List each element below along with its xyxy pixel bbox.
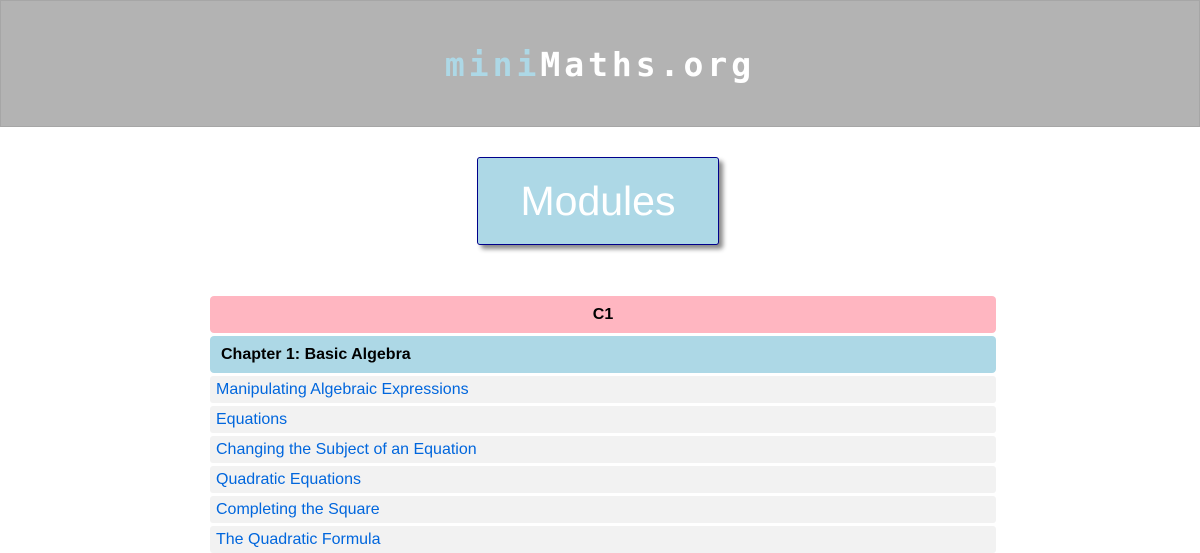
topic-item: Quadratic Equations [210,466,996,493]
topic-item: Changing the Subject of an Equation [210,436,996,463]
topic-item: Manipulating Algebraic Expressions [210,376,996,403]
topic-item: Completing the Square [210,496,996,523]
logo-maths-text: Maths.org [540,45,756,84]
chapter-header[interactable]: Chapter 1: Basic Algebra [210,336,996,373]
module-header-c1[interactable]: C1 [210,296,996,333]
topic-link[interactable]: The Quadratic Formula [216,531,381,548]
site-logo[interactable]: miniMaths.org [1,45,1199,85]
topic-link[interactable]: Changing the Subject of an Equation [216,441,477,458]
topic-item: Equations [210,406,996,433]
modules-button[interactable]: Modules [477,157,719,245]
topic-link[interactable]: Equations [216,411,287,428]
topic-item: The Quadratic Formula [210,526,996,553]
site-header: miniMaths.org [0,0,1200,127]
topic-link[interactable]: Quadratic Equations [216,471,361,488]
logo-mini-text: mini [444,45,541,84]
topic-link[interactable]: Completing the Square [216,501,380,518]
module-list: C1 Chapter 1: Basic Algebra Manipulating… [210,296,996,553]
topic-link[interactable]: Manipulating Algebraic Expressions [216,381,469,398]
